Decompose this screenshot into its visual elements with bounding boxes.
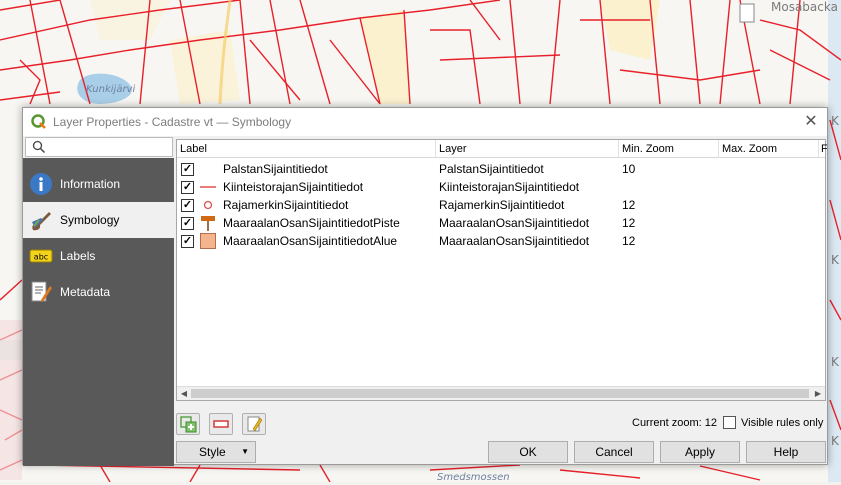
- dialog-title: Layer Properties - Cadastre vt — Symbolo…: [53, 115, 292, 129]
- paintbrush-icon: [32, 212, 51, 231]
- rule-label: MaaraalanOsanSijaintitiedotAlue: [223, 234, 398, 248]
- edit-rule-button[interactable]: [242, 413, 266, 435]
- rule-layer: PalstanSijaintitiedot: [439, 162, 544, 176]
- edit-rule-icon: [247, 416, 263, 432]
- rule-row[interactable]: ✓ KiinteistorajanSijaintitiedot Kiinteis…: [177, 178, 825, 196]
- circle-symbol-icon: [203, 200, 213, 210]
- rule-checkbox[interactable]: ✓: [181, 181, 194, 194]
- rule-layer: RajamerkinSijaintitiedot: [439, 198, 565, 212]
- rule-checkbox[interactable]: ✓: [181, 235, 194, 248]
- sidebar: Information Symbology abc Labels Metadat…: [23, 158, 174, 466]
- rule-row[interactable]: ✓ PalstanSijaintitiedot PalstanSijaintit…: [177, 160, 825, 178]
- map-label-lake: Kunkijärvi: [86, 84, 136, 95]
- rule-layer: MaaraalanOsanSijaintitiedot: [439, 216, 590, 230]
- rule-row[interactable]: ✓ RajamerkinSijaintitiedot RajamerkinSij…: [177, 196, 825, 214]
- column-header-layer[interactable]: Layer: [436, 140, 619, 158]
- style-button-label: Style: [199, 445, 226, 459]
- sidebar-item-label: Labels: [60, 249, 96, 263]
- sidebar-item-information[interactable]: Information: [23, 166, 174, 202]
- chevron-down-icon: ▼: [241, 447, 249, 456]
- scrollbar-thumb[interactable]: [191, 389, 809, 398]
- pin-symbol-icon: [201, 216, 215, 231]
- sidebar-item-symbology[interactable]: Symbology: [23, 202, 174, 238]
- rule-label: PalstanSijaintitiedot: [223, 162, 328, 176]
- fill-symbol-icon: [200, 233, 216, 249]
- remove-rule-button[interactable]: [209, 413, 233, 435]
- search-icon: [32, 140, 46, 154]
- add-rule-button[interactable]: [176, 413, 200, 435]
- rule-label: KiinteistorajanSijaintitiedot: [223, 180, 364, 194]
- qgis-logo-icon: [31, 114, 46, 129]
- rule-checkbox[interactable]: ✓: [181, 163, 194, 176]
- line-symbol-icon: [200, 186, 216, 188]
- svg-text:abc: abc: [34, 253, 48, 262]
- rule-row[interactable]: ✓ MaaraalanOsanSijaintitiedotAlue Maaraa…: [177, 232, 825, 250]
- sidebar-item-metadata[interactable]: Metadata: [23, 274, 174, 310]
- sidebar-item-label: Metadata: [60, 285, 111, 299]
- close-button[interactable]: ✕: [801, 112, 821, 132]
- rule-min-zoom: 12: [622, 198, 636, 212]
- ok-button[interactable]: OK: [488, 441, 568, 463]
- scroll-right-icon[interactable]: ▶: [811, 387, 825, 401]
- column-header-label[interactable]: Label: [177, 140, 436, 158]
- rule-layer: MaaraalanOsanSijaintitiedot: [439, 234, 590, 248]
- rule-row[interactable]: ✓ MaaraalanOsanSijaintitiedotPiste Maara…: [177, 214, 825, 232]
- sidebar-item-label: Information: [60, 177, 121, 191]
- search-input[interactable]: [25, 137, 173, 157]
- metadata-icon: [31, 281, 52, 302]
- map-label-fragment: K: [831, 253, 839, 267]
- sidebar-item-labels[interactable]: abc Labels: [23, 238, 174, 274]
- map-label-fragment: K: [831, 355, 839, 369]
- scroll-left-icon[interactable]: ◀: [177, 387, 191, 401]
- rule-checkbox[interactable]: ✓: [181, 199, 194, 212]
- sidebar-item-label: Symbology: [60, 213, 120, 227]
- column-header-min-zoom[interactable]: Min. Zoom: [619, 140, 719, 158]
- labels-abc-icon: abc: [29, 249, 53, 263]
- rule-min-zoom: 10: [622, 162, 636, 176]
- visible-rules-only-label: Visible rules only: [741, 417, 824, 429]
- rule-min-zoom: 12: [622, 216, 636, 230]
- horizontal-scrollbar[interactable]: ◀ ▶: [177, 386, 825, 400]
- rule-label: MaaraalanOsanSijaintitiedotPiste: [223, 216, 400, 230]
- current-zoom-label: Current zoom: 12: [632, 417, 717, 429]
- visible-rules-only-checkbox[interactable]: [723, 416, 736, 429]
- map-label-place: Mosabacka: [771, 0, 838, 14]
- map-label-fragment: K: [831, 434, 839, 448]
- add-rule-icon: [180, 416, 197, 433]
- rules-header: Label Layer Min. Zoom Max. Zoom F: [177, 140, 827, 158]
- column-header-filter[interactable]: F: [819, 140, 827, 158]
- rules-tree[interactable]: Label Layer Min. Zoom Max. Zoom F ✓ Pals…: [176, 139, 827, 401]
- apply-button[interactable]: Apply: [660, 441, 740, 463]
- style-dropdown-button[interactable]: Style ▼: [176, 441, 256, 463]
- rule-checkbox[interactable]: ✓: [181, 217, 194, 230]
- map-label-marsh: Smedsmossen: [437, 472, 510, 483]
- rule-min-zoom: 12: [622, 234, 636, 248]
- column-header-max-zoom[interactable]: Max. Zoom: [719, 140, 819, 158]
- rule-layer: KiinteistorajanSijaintitiedot: [439, 180, 580, 194]
- rule-label: RajamerkinSijaintitiedot: [223, 198, 349, 212]
- title-bar[interactable]: Layer Properties - Cadastre vt — Symbolo…: [23, 108, 827, 136]
- cancel-button[interactable]: Cancel: [574, 441, 654, 463]
- info-icon: [30, 173, 52, 195]
- layer-properties-dialog: Layer Properties - Cadastre vt — Symbolo…: [22, 107, 828, 466]
- map-label-fragment: K: [831, 114, 839, 128]
- help-button[interactable]: Help: [746, 441, 826, 463]
- remove-rule-icon: [213, 420, 229, 428]
